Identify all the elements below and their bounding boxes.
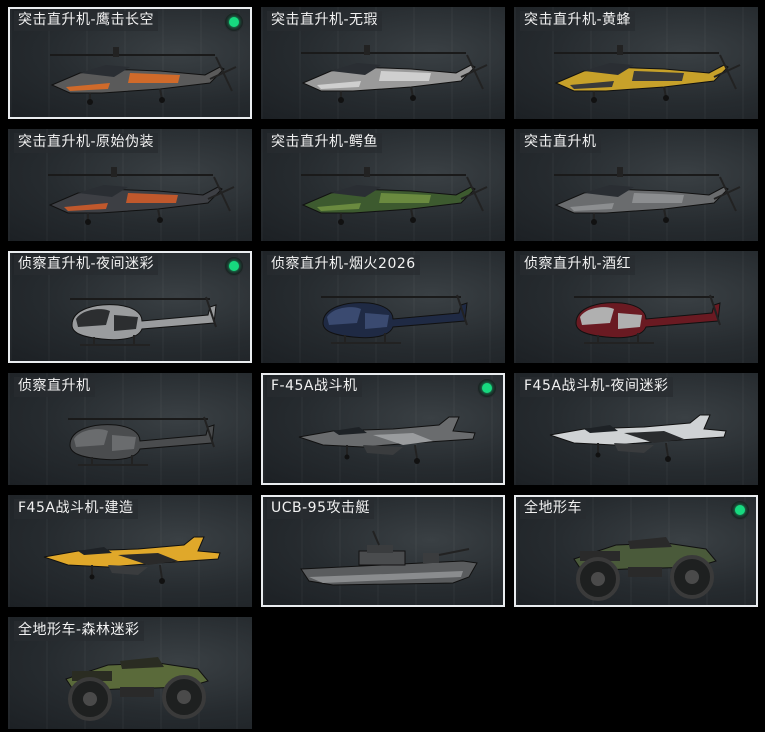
vehicle-skin-card[interactable]: 全地形车-森林迷彩 xyxy=(8,617,252,729)
vehicle-skin-card[interactable]: 全地形车 xyxy=(514,495,758,607)
vehicle-skin-grid: 突击直升机-鹰击长空 突击直升机-无瑕 突击直升机-黄蜂 突击直升机-原始伪装 … xyxy=(0,0,765,732)
vehicle-skin-card[interactable]: 突击直升机-黄蜂 xyxy=(514,7,758,119)
vehicle-skin-name: 突击直升机-无瑕 xyxy=(267,11,383,31)
equipped-status-icon xyxy=(477,378,497,398)
vehicle-skin-card[interactable]: 侦察直升机-烟火2026 xyxy=(261,251,505,363)
vehicle-skin-name: 侦察直升机-夜间迷彩 xyxy=(14,255,159,275)
attack-helicopter-icon xyxy=(48,167,235,225)
vehicle-skin-card[interactable]: 侦察直升机-夜间迷彩 xyxy=(8,251,252,363)
vehicle-skin-card[interactable]: 侦察直升机-酒红 xyxy=(514,251,758,363)
attack-boat-icon xyxy=(300,530,478,586)
vehicle-skin-card[interactable]: F-45A战斗机 xyxy=(261,373,505,485)
vehicle-skin-name: F45A战斗机-建造 xyxy=(14,499,138,519)
scout-helicopter-icon xyxy=(70,296,217,346)
atv-icon xyxy=(65,657,209,721)
attack-helicopter-icon xyxy=(50,47,237,105)
fighter-jet-icon xyxy=(43,536,221,584)
vehicle-skin-card[interactable]: 突击直升机-原始伪装 xyxy=(8,129,252,241)
attack-helicopter-icon xyxy=(301,45,488,103)
vehicle-skin-name: 全地形车 xyxy=(520,499,586,519)
vehicle-skin-name: F45A战斗机-夜间迷彩 xyxy=(520,377,673,397)
fighter-jet-icon xyxy=(549,414,727,462)
vehicle-skin-name: 侦察直升机-烟火2026 xyxy=(267,255,420,275)
vehicle-skin-name: 突击直升机-黄蜂 xyxy=(520,11,636,31)
equipped-status-icon xyxy=(730,500,750,520)
vehicle-skin-name: 侦察直升机 xyxy=(14,377,95,397)
vehicle-skin-card[interactable]: F45A战斗机-夜间迷彩 xyxy=(514,373,758,485)
vehicle-skin-name: F-45A战斗机 xyxy=(267,377,362,397)
vehicle-skin-card[interactable]: 突击直升机-鹰击长空 xyxy=(8,7,252,119)
vehicle-skin-name: 全地形车-森林迷彩 xyxy=(14,621,144,641)
vehicle-skin-name: 侦察直升机-酒红 xyxy=(520,255,636,275)
vehicle-skin-card[interactable]: 突击直升机-无瑕 xyxy=(261,7,505,119)
scout-helicopter-icon xyxy=(321,294,468,344)
attack-helicopter-icon xyxy=(554,45,741,103)
vehicle-skin-card[interactable]: 侦察直升机 xyxy=(8,373,252,485)
attack-helicopter-icon xyxy=(301,167,488,225)
scout-helicopter-icon xyxy=(68,416,215,466)
vehicle-skin-name: 突击直升机 xyxy=(520,133,601,153)
vehicle-skin-name: 突击直升机-鹰击长空 xyxy=(14,11,159,31)
vehicle-skin-card[interactable]: 突击直升机 xyxy=(514,129,758,241)
vehicle-skin-card[interactable]: F45A战斗机-建造 xyxy=(8,495,252,607)
vehicle-skin-card[interactable]: UCB-95攻击艇 xyxy=(261,495,505,607)
atv-icon xyxy=(573,537,717,601)
vehicle-skin-card[interactable]: 突击直升机-鳄鱼 xyxy=(261,129,505,241)
equipped-status-icon xyxy=(224,256,244,276)
vehicle-skin-name: UCB-95攻击艇 xyxy=(267,499,374,519)
vehicle-skin-name: 突击直升机-鳄鱼 xyxy=(267,133,383,153)
fighter-jet-icon xyxy=(298,416,476,464)
scout-helicopter-icon xyxy=(574,294,721,344)
vehicle-skin-name: 突击直升机-原始伪装 xyxy=(14,133,159,153)
equipped-status-icon xyxy=(224,12,244,32)
attack-helicopter-icon xyxy=(554,167,741,225)
